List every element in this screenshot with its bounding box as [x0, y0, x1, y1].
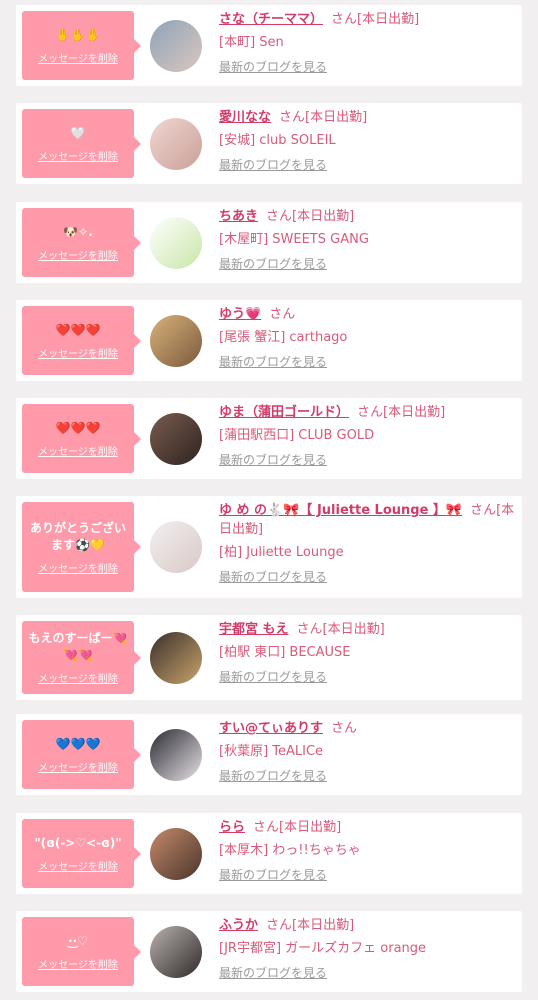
message-card: ·͜·♡ メッセージを削除 ふうか さん[本日出勤] [JR宇都宮] ガールズカフ…	[16, 911, 522, 992]
delete-message-link[interactable]: メッセージを削除	[38, 858, 118, 873]
avatar[interactable]	[150, 412, 202, 465]
latest-blog-link[interactable]: 最新のブログを見る	[219, 568, 516, 587]
latest-blog-link[interactable]: 最新のブログを見る	[219, 156, 516, 175]
shop-name: [蒲田駅西口] CLUB GOLD	[219, 428, 375, 443]
cast-name-link[interactable]: らら	[219, 820, 245, 835]
delete-message-link[interactable]: メッセージを削除	[38, 759, 118, 774]
delete-message-link[interactable]: メッセージを削除	[38, 560, 118, 575]
cast-status: さん[本日出勤]	[279, 110, 368, 125]
message-text: ❤️❤️❤️	[55, 420, 101, 435]
cast-name-link[interactable]: ふうか	[219, 918, 258, 933]
message-text: もえのすーぱー💘💘💘	[28, 631, 128, 662]
avatar[interactable]	[150, 925, 202, 978]
message-bubble[interactable]: ·͜·♡ メッセージを削除	[22, 917, 141, 986]
shop-name: [秋葉原] TeALICe	[219, 744, 324, 759]
cast-status: さん[本日出勤]	[266, 918, 355, 933]
cast-name-link[interactable]: ゆま（蒲田ゴールド）	[219, 405, 349, 420]
message-bubble[interactable]: ✋✋✋ メッセージを削除	[22, 11, 141, 80]
latest-blog-link[interactable]: 最新のブログを見る	[219, 964, 516, 983]
message-list: ✋✋✋ メッセージを削除 さな（チーママ） さん[本日出勤] [本町] Sen 最…	[0, 0, 538, 1000]
message-text: ありがとうございます⚽️💛	[29, 520, 126, 552]
shop-name: [JR宇都宮] ガールズカフェ orange	[219, 941, 427, 956]
cast-status: さん[本日出勤]	[296, 622, 385, 637]
latest-blog-link[interactable]: 最新のブログを見る	[219, 866, 516, 885]
message-text: ❤️❤️❤️	[55, 322, 101, 337]
message-bubble[interactable]: 🤍 メッセージを削除	[22, 109, 141, 178]
cast-status: さん	[331, 721, 358, 736]
avatar[interactable]	[150, 728, 202, 781]
shop-name: [木屋町] SWEETS GANG	[219, 232, 369, 247]
message-text: ✋✋✋	[55, 27, 101, 42]
latest-blog-link[interactable]: 最新のブログを見る	[219, 58, 516, 77]
message-card: "(ɞ(->♡<-ɞ)" メッセージを削除 らら さん[本日出勤] [本厚木] わ…	[16, 813, 522, 894]
message-card: ✋✋✋ メッセージを削除 さな（チーママ） さん[本日出勤] [本町] Sen 最…	[16, 5, 522, 86]
cast-name-link[interactable]: 宇都宮 もえ	[219, 622, 289, 637]
latest-blog-link[interactable]: 最新のブログを見る	[219, 668, 516, 687]
delete-message-link[interactable]: メッセージを削除	[38, 50, 118, 65]
message-text: "(ɞ(->♡<-ɞ)"	[34, 835, 122, 850]
delete-message-link[interactable]: メッセージを削除	[38, 670, 118, 685]
message-bubble[interactable]: もえのすーぱー💘💘💘 メッセージを削除	[22, 621, 141, 694]
shop-name: [尾張 蟹江] carthago	[219, 330, 348, 345]
message-bubble[interactable]: ❤️❤️❤️ メッセージを削除	[22, 404, 141, 473]
message-bubble[interactable]: 💙💙💙 メッセージを削除	[22, 720, 141, 789]
latest-blog-link[interactable]: 最新のブログを見る	[219, 767, 516, 786]
cast-name-link[interactable]: ゆう💗	[219, 307, 261, 322]
latest-blog-link[interactable]: 最新のブログを見る	[219, 353, 516, 372]
shop-name: [柏] Juliette Lounge	[219, 545, 344, 560]
shop-name: [本町] Sen	[219, 35, 284, 50]
message-card: ❤️❤️❤️ メッセージを削除 ゆま（蒲田ゴールド） さん[本日出勤] [蒲田駅西…	[16, 398, 522, 479]
avatar[interactable]	[150, 19, 202, 72]
message-card: ❤️❤️❤️ メッセージを削除 ゆう💗 さん [尾張 蟹江] carthago 最…	[16, 300, 522, 381]
cast-name-link[interactable]: 愛川なな	[219, 110, 271, 125]
cast-name-link[interactable]: ゆ め の🐇🎀【 Juliette Lounge 】🎀	[219, 503, 462, 518]
latest-blog-link[interactable]: 最新のブログを見る	[219, 451, 516, 470]
shop-name: [安城] club SOLEIL	[219, 133, 336, 148]
cast-name-link[interactable]: さな（チーママ）	[219, 12, 323, 27]
cast-status: さん[本日出勤]	[331, 12, 420, 27]
message-text: 🤍	[70, 125, 86, 140]
delete-message-link[interactable]: メッセージを削除	[38, 247, 118, 262]
message-text: 🐶✧.	[63, 224, 93, 239]
message-text: ·͜·♡	[68, 933, 88, 948]
delete-message-link[interactable]: メッセージを削除	[38, 443, 118, 458]
message-bubble[interactable]: ❤️❤️❤️ メッセージを削除	[22, 306, 141, 375]
cast-status: さん	[269, 307, 296, 322]
message-text: 💙💙💙	[55, 736, 101, 751]
delete-message-link[interactable]: メッセージを削除	[38, 148, 118, 163]
avatar[interactable]	[150, 314, 202, 367]
avatar[interactable]	[150, 631, 202, 684]
latest-blog-link[interactable]: 最新のブログを見る	[219, 255, 516, 274]
message-card: 🐶✧. メッセージを削除 ちあき さん[本日出勤] [木屋町] SWEETS GA…	[16, 202, 522, 283]
message-card: 🤍 メッセージを削除 愛川なな さん[本日出勤] [安城] club SOLEIL…	[16, 103, 522, 184]
message-bubble[interactable]: ありがとうございます⚽️💛 メッセージを削除	[22, 502, 141, 592]
avatar[interactable]	[150, 216, 202, 269]
delete-message-link[interactable]: メッセージを削除	[38, 345, 118, 360]
cast-status: さん[本日出勤]	[266, 209, 355, 224]
shop-name: [本厚木] わっ!!ちゃちゃ	[219, 843, 361, 858]
message-bubble[interactable]: "(ɞ(->♡<-ɞ)" メッセージを削除	[22, 819, 141, 888]
avatar[interactable]	[150, 117, 202, 170]
avatar[interactable]	[150, 521, 202, 573]
message-card: もえのすーぱー💘💘💘 メッセージを削除 宇都宮 もえ さん[本日出勤] [柏駅 東…	[16, 615, 522, 700]
cast-name-link[interactable]: すい@てぃありす	[219, 721, 323, 736]
message-bubble[interactable]: 🐶✧. メッセージを削除	[22, 208, 141, 277]
cast-name-link[interactable]: ちあき	[219, 209, 258, 224]
cast-status: さん[本日出勤]	[357, 405, 446, 420]
cast-status: さん[本日出勤]	[253, 820, 342, 835]
shop-name: [柏駅 東口] BECAUSE	[219, 645, 351, 660]
message-card: 💙💙💙 メッセージを削除 すい@てぃありす さん [秋葉原] TeALICe 最新…	[16, 714, 522, 795]
message-card: ありがとうございます⚽️💛 メッセージを削除 ゆ め の🐇🎀【 Juliette…	[16, 496, 522, 598]
avatar[interactable]	[150, 827, 202, 880]
delete-message-link[interactable]: メッセージを削除	[38, 956, 118, 971]
